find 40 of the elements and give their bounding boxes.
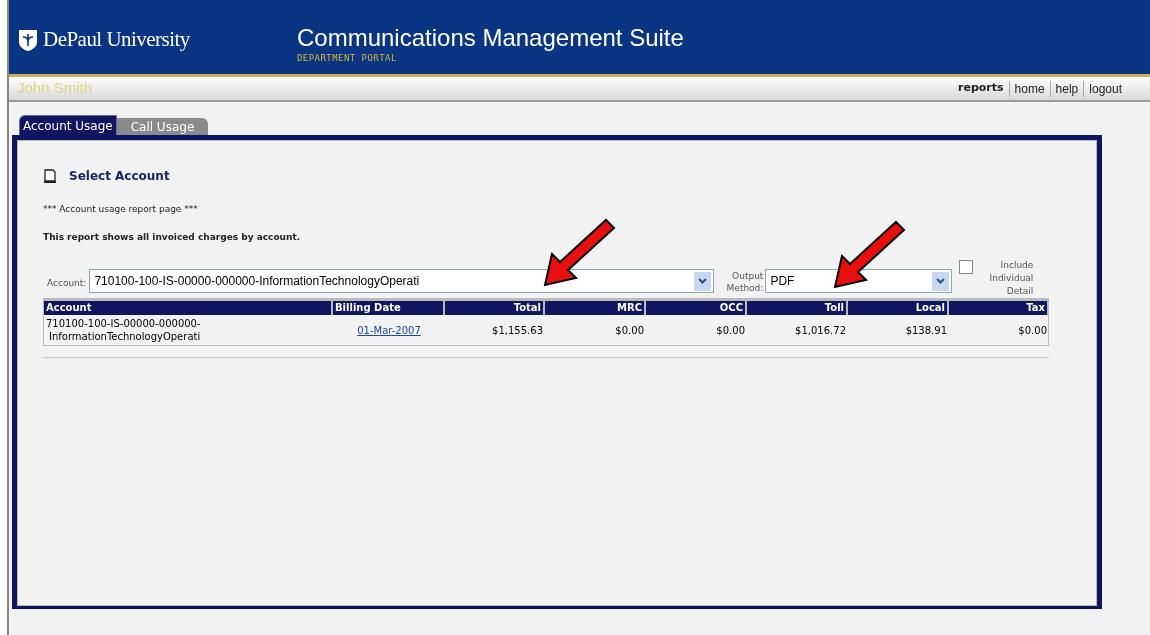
nav-link[interactable]: logout — [1089, 79, 1122, 98]
include-checkbox[interactable] — [959, 260, 974, 274]
include-detail-label: Include Individual Detail — [988, 259, 1034, 298]
column-header: OCC — [646, 301, 747, 315]
column-header: Local — [848, 301, 949, 315]
output-select[interactable]: PDF — [765, 269, 953, 293]
table-cell-text: $1,016.72 — [794, 323, 847, 337]
table-cell-text: $138.91 — [904, 323, 948, 337]
column-header: Tax — [949, 301, 1049, 315]
section-title: Select Account — [69, 168, 170, 185]
arrow-icon — [832, 220, 906, 290]
dropdown-icon — [694, 271, 712, 291]
user-name: John Smith — [17, 78, 93, 99]
dropdown-icon — [932, 271, 950, 291]
nav-link[interactable]: help — [1055, 79, 1079, 98]
column-header: Billing Date — [333, 301, 445, 315]
output-label: Output Method: — [725, 270, 764, 294]
note-text: *** Account usage report page *** — [43, 203, 199, 216]
column-header: Toll — [747, 301, 848, 315]
column-header: MRC — [545, 301, 646, 315]
table-cell-text: $0.00 — [1017, 323, 1048, 337]
table-cell-text: $0.00 — [614, 323, 645, 337]
nav-link[interactable]: reports — [958, 80, 1004, 97]
table-cell-text: $0.00 — [715, 323, 746, 337]
tab[interactable]: Account Usage — [19, 115, 117, 135]
document-icon — [43, 168, 57, 184]
app-subtitle: DEPARTMENT PORTAL — [297, 52, 398, 65]
column-header: Total — [445, 301, 545, 315]
shield-icon — [17, 27, 39, 52]
logo-text: DePaul University — [43, 26, 190, 53]
account-select[interactable]: 710100-100-IS-00000-000000-InformationTechnologyOperati — [89, 269, 715, 293]
app-title: Communications Management Suite — [297, 24, 684, 52]
date-link[interactable]: 01-Mar-2007 — [355, 323, 423, 337]
nav-link[interactable]: home — [1014, 79, 1045, 98]
arrow-icon — [542, 218, 616, 288]
account-label: Account: — [47, 277, 87, 290]
column-header: Account — [44, 301, 333, 315]
description-text: This report shows all invoiced charges by account. — [43, 230, 302, 244]
table-cell-text: 710100-100-IS-00000-000000-InformationTechnologyOperati — [45, 317, 202, 343]
table-cell-text: $1,155.63 — [491, 323, 544, 337]
